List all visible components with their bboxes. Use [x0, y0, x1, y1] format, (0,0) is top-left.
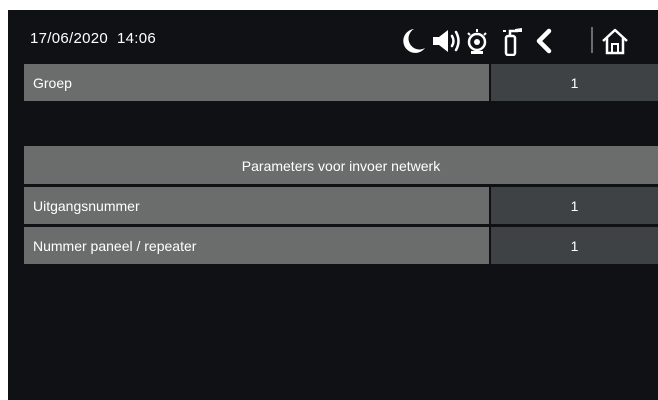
nummer-paneel-value-field[interactable]: 1: [491, 227, 658, 264]
panel-screen: 17/06/2020 14:06 Groep 1 Parameters voor…: [8, 10, 658, 400]
section-header: Parameters voor invoer netwerk: [24, 146, 658, 184]
section-title: Parameters voor invoer netwerk: [241, 158, 441, 174]
uitgangsnummer-value-field[interactable]: 1: [491, 187, 658, 224]
row-value: 1: [570, 238, 579, 254]
fire-extinguisher-icon[interactable]: [498, 26, 524, 56]
row-uitgangsnummer[interactable]: Uitgangsnummer 1: [24, 187, 658, 224]
row-groep[interactable]: Groep 1: [24, 64, 658, 101]
row-label-cell: Nummer paneel / repeater: [24, 227, 489, 264]
row-label: Groep: [33, 75, 72, 91]
row-label-cell: Uitgangsnummer: [24, 187, 489, 224]
status-bar: 17/06/2020 14:06: [8, 10, 658, 64]
alarm-bell-icon[interactable]: [463, 26, 491, 56]
row-label: Uitgangsnummer: [33, 198, 140, 214]
row-value: 1: [570, 198, 579, 214]
row-nummer-paneel[interactable]: Nummer paneel / repeater 1: [24, 227, 658, 264]
date-time: 17/06/2020 14:06: [30, 30, 157, 47]
row-label: Nummer paneel / repeater: [33, 238, 197, 254]
row-label-cell: Groep: [24, 64, 489, 101]
moon-icon[interactable]: [400, 26, 426, 56]
back-icon[interactable]: [532, 26, 556, 56]
row-value: 1: [570, 75, 579, 91]
home-icon[interactable]: [600, 26, 630, 56]
divider: [590, 25, 594, 55]
speaker-icon[interactable]: [430, 26, 464, 56]
groep-value-field[interactable]: 1: [491, 64, 658, 101]
